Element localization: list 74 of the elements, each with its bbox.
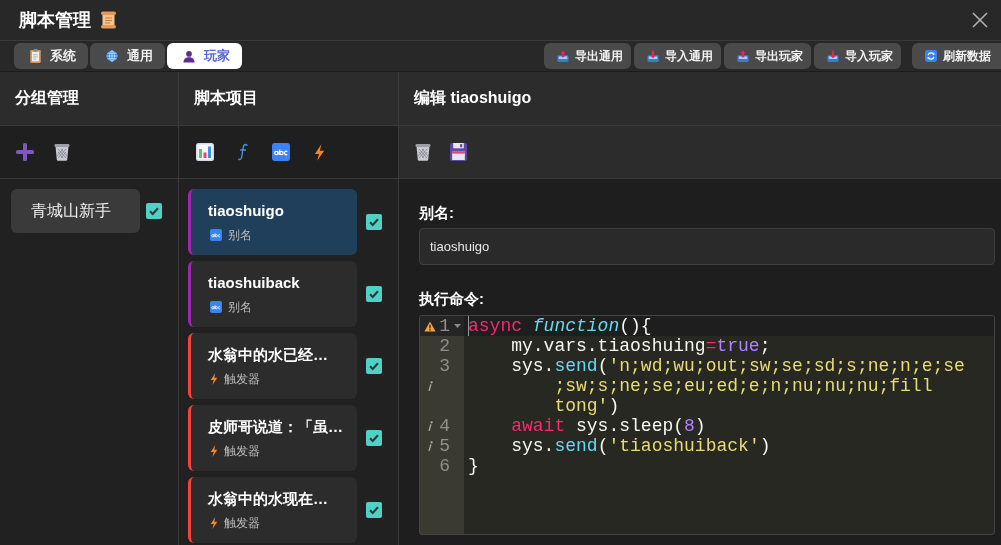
- line-number: 1: [439, 316, 450, 336]
- bolt-icon: [210, 373, 218, 385]
- clipboard-icon: [30, 49, 41, 63]
- globe-icon: [106, 50, 118, 62]
- script-name: 水翁中的水已经…: [208, 345, 328, 365]
- scroll-icon: [100, 11, 117, 29]
- import-button[interactable]: 导入通用: [634, 43, 721, 69]
- inbox-tray-icon: [647, 50, 659, 62]
- checkbox[interactable]: [366, 358, 382, 374]
- function-icon[interactable]: [238, 143, 248, 161]
- code-line: await sys.sleep(8): [510, 416, 706, 436]
- script-name: 皮师哥说道：「虽…: [208, 417, 343, 437]
- export-button[interactable]: 导出玩家: [724, 43, 811, 69]
- line-number: 3: [439, 356, 450, 376]
- code-line: my.vars.tiaoshuing=true;: [510, 336, 771, 356]
- refresh-button[interactable]: 刷新数据: [912, 43, 1001, 69]
- code-editor[interactable]: 1 async function(){ 2 my.vars.tiaoshuing=true; 3 sys.send('n;wd;wu;out;sw;se;sd;s;ne;n;e;se;sw;s;ne;se;eu;ed;e;n;nu;nu;nu;fill tong') 4 await sys.sleep(8) 5 sys.send('tiaoshuiback') 6 }: [419, 315, 995, 535]
- fold-caret-icon[interactable]: [453, 324, 461, 328]
- inbox-tray-icon: [827, 50, 839, 62]
- line-number: 4: [439, 416, 450, 436]
- tab[interactable]: 系统: [14, 43, 88, 69]
- panel-title: 脚本项目: [194, 88, 258, 108]
- checkbox[interactable]: [366, 286, 382, 302]
- window-title: 脚本管理: [19, 9, 91, 32]
- outbox-tray-icon: [557, 50, 569, 62]
- script-card[interactable]: 水翁中的水现在… 触发器: [188, 477, 357, 543]
- panel-title: 编辑 tiaoshuigo: [414, 88, 532, 108]
- letters-icon[interactable]: [272, 143, 290, 161]
- tab[interactable]: 玩家: [167, 43, 242, 69]
- import-button[interactable]: 导入玩家: [814, 43, 901, 69]
- script-name: 水翁中的水现在…: [208, 489, 328, 509]
- script-name: tiaoshuigo: [208, 201, 284, 221]
- code-line: }: [468, 456, 480, 476]
- close-icon: [972, 12, 988, 28]
- line-number: 2: [439, 336, 450, 356]
- script-type: 触发器: [224, 371, 260, 387]
- person-icon: [183, 49, 195, 63]
- panel-title: 分组管理: [15, 88, 79, 108]
- script-card[interactable]: tiaoshuiback 别名: [188, 261, 357, 327]
- tab[interactable]: 通用: [90, 43, 165, 69]
- script-type: 别名: [228, 299, 252, 315]
- checkbox[interactable]: [366, 430, 382, 446]
- checkbox[interactable]: [146, 203, 162, 219]
- chart-icon[interactable]: [196, 143, 214, 161]
- checkbox[interactable]: [366, 502, 382, 518]
- refresh-icon: [925, 50, 937, 62]
- outbox-tray-icon: [737, 50, 749, 62]
- checkbox[interactable]: [366, 214, 382, 230]
- code-line: async function(){: [468, 316, 652, 336]
- script-name: tiaoshuiback: [208, 273, 300, 293]
- letters-icon: [210, 229, 222, 241]
- script-card[interactable]: 皮师哥说道：「虽… 触发器: [188, 405, 357, 471]
- line-number: 5: [439, 436, 450, 456]
- alias-input[interactable]: tiaoshuigo: [419, 228, 995, 265]
- plus-icon[interactable]: [16, 143, 34, 161]
- bolt-icon[interactable]: [314, 143, 325, 161]
- field-label: 执行命令:: [419, 289, 484, 309]
- code-line: sys.send('n;wd;wu;out;sw;se;sd;s;ne;n;e;se;sw;s;ne;se;eu;ed;e;n;nu;nu;nu;fill tong'): [510, 356, 966, 416]
- script-type: 触发器: [224, 515, 260, 531]
- letters-icon: [210, 301, 222, 313]
- bolt-icon: [210, 445, 218, 457]
- code-line: sys.send('tiaoshuiback'): [510, 436, 771, 456]
- close-button[interactable]: [972, 12, 988, 28]
- export-button[interactable]: 导出通用: [544, 43, 631, 69]
- script-card[interactable]: 水翁中的水已经… 触发器: [188, 333, 357, 399]
- script-card[interactable]: tiaoshuigo 别名: [188, 189, 357, 255]
- trash-icon[interactable]: [415, 143, 431, 161]
- field-label: 别名:: [419, 203, 454, 223]
- script-type: 别名: [228, 227, 252, 243]
- trash-icon[interactable]: [54, 143, 70, 161]
- bolt-icon: [210, 517, 218, 529]
- group-item[interactable]: 青城山新手: [11, 189, 140, 233]
- script-type: 触发器: [224, 443, 260, 459]
- line-number: 6: [439, 456, 450, 476]
